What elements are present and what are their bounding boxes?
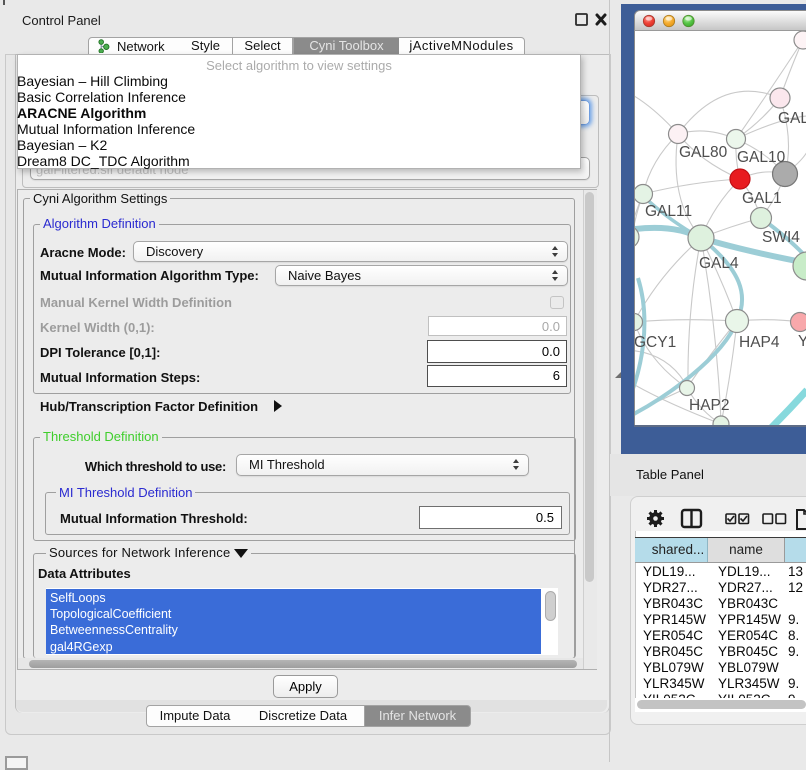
- svg-text:SWI4: SWI4: [762, 229, 800, 246]
- svg-text:GAL10: GAL10: [737, 149, 786, 166]
- svg-text:HAP2: HAP2: [689, 397, 730, 414]
- svg-text:GCY1: GCY1: [635, 334, 676, 351]
- svg-text:GAL4: GAL4: [699, 255, 739, 272]
- svg-text:GAL2: GAL2: [778, 110, 806, 127]
- svg-text:GAL11: GAL11: [645, 203, 692, 220]
- svg-text:HAP4: HAP4: [739, 334, 780, 351]
- svg-text:YD: YD: [798, 333, 806, 350]
- svg-text:GAL80: GAL80: [679, 144, 728, 161]
- svg-text:GAL1: GAL1: [742, 190, 782, 207]
